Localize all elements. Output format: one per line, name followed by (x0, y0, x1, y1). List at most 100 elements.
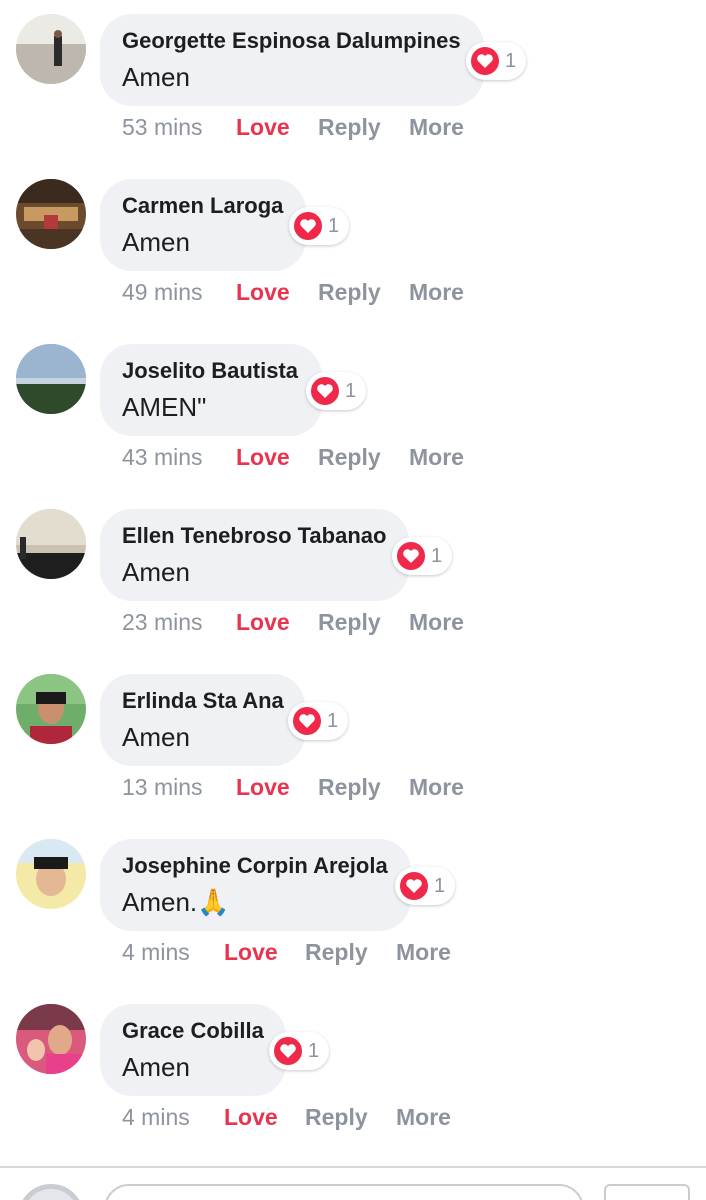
love-button[interactable]: Love (236, 444, 318, 471)
avatar[interactable] (16, 674, 86, 744)
avatar-photo (16, 1004, 86, 1074)
reply-button[interactable]: Reply (305, 939, 396, 966)
comment-item: Josephine Corpin Arejola Amen.🙏 1 4 mins… (0, 825, 706, 990)
comment-author[interactable]: Ellen Tenebroso Tabanao (122, 523, 387, 549)
comment-item: Ellen Tenebroso Tabanao Amen 1 23 mins L… (0, 495, 706, 660)
comment-timestamp: 4 mins (122, 939, 190, 965)
comment-actions: 43 mins Love Reply More (122, 444, 464, 471)
more-button[interactable]: More (409, 279, 464, 306)
reaction-summary[interactable]: 1 (289, 207, 350, 245)
more-button[interactable]: More (396, 939, 451, 966)
avatar[interactable] (16, 1004, 86, 1074)
comment-item: Georgette Espinosa Dalumpines Amen 1 53 … (0, 0, 706, 165)
comment-bubble: Ellen Tenebroso Tabanao Amen (100, 509, 409, 601)
reaction-summary[interactable]: 1 (288, 702, 349, 740)
avatar-photo (16, 179, 86, 249)
reply-button[interactable]: Reply (318, 114, 409, 141)
love-button[interactable]: Love (236, 279, 318, 306)
heart-icon (292, 210, 324, 242)
comment-text: AMEN" (122, 392, 207, 422)
comment-author[interactable]: Grace Cobilla (122, 1018, 264, 1044)
comment-timestamp: 53 mins (122, 114, 203, 140)
reaction-summary[interactable]: 1 (392, 537, 453, 575)
comment-text: Amen (122, 62, 190, 92)
avatar[interactable] (16, 344, 86, 414)
comment-input[interactable] (104, 1184, 584, 1200)
avatar[interactable] (16, 179, 86, 249)
avatar-photo (16, 674, 86, 744)
comment-item: Carmen Laroga Amen 1 49 mins Love Reply … (0, 165, 706, 330)
heart-icon (309, 375, 341, 407)
reaction-count: 1 (308, 1039, 320, 1062)
comment-text: Amen (122, 722, 190, 752)
reaction-summary[interactable]: 1 (269, 1032, 330, 1070)
avatar[interactable] (16, 839, 86, 909)
reaction-count: 1 (505, 49, 517, 72)
reply-button[interactable]: Reply (318, 444, 409, 471)
love-button[interactable]: Love (224, 939, 305, 966)
comment-bubble: Erlinda Sta Ana Amen (100, 674, 305, 766)
comment-author[interactable]: Georgette Espinosa Dalumpines (122, 28, 462, 54)
comment-bubble: Grace Cobilla Amen (100, 1004, 286, 1096)
reaction-count: 1 (345, 379, 357, 402)
reply-button[interactable]: Reply (318, 609, 409, 636)
reaction-summary[interactable]: 1 (306, 372, 367, 410)
reply-button[interactable]: Reply (305, 1104, 396, 1131)
comment-timestamp: 23 mins (122, 609, 203, 635)
comment-text: Amen.🙏 (122, 887, 230, 917)
reaction-summary[interactable]: 1 (466, 42, 527, 80)
comment-actions: 4 mins Love Reply More (122, 939, 451, 966)
comment-feed: Georgette Espinosa Dalumpines Amen 1 53 … (0, 0, 706, 1200)
more-button[interactable]: More (396, 1104, 451, 1131)
comment-timestamp: 49 mins (122, 279, 203, 305)
comment-author[interactable]: Erlinda Sta Ana (122, 688, 284, 714)
send-button[interactable] (604, 1184, 690, 1200)
comment-timestamp: 4 mins (122, 1104, 190, 1130)
avatar-photo (16, 839, 86, 909)
love-button[interactable]: Love (236, 774, 318, 801)
love-button[interactable]: Love (236, 114, 318, 141)
comment-bubble: Joselito Bautista AMEN" (100, 344, 322, 436)
comment-timestamp: 13 mins (122, 774, 203, 800)
heart-icon (398, 870, 430, 902)
comment-author[interactable]: Carmen Laroga (122, 193, 284, 219)
comment-text: Amen (122, 1052, 190, 1082)
comment-item: Grace Cobilla Amen 1 4 mins Love Reply M… (0, 990, 706, 1155)
love-button[interactable]: Love (224, 1104, 305, 1131)
comment-actions: 13 mins Love Reply More (122, 774, 464, 801)
reaction-count: 1 (431, 544, 443, 567)
comment-bubble: Carmen Laroga Amen (100, 179, 306, 271)
heart-icon (272, 1035, 304, 1067)
comment-timestamp: 43 mins (122, 444, 203, 470)
comment-actions: 4 mins Love Reply More (122, 1104, 451, 1131)
reaction-count: 1 (328, 214, 340, 237)
comment-bubble: Josephine Corpin Arejola Amen.🙏 (100, 839, 411, 931)
comment-author[interactable]: Josephine Corpin Arejola (122, 853, 389, 879)
more-button[interactable]: More (409, 114, 464, 141)
more-button[interactable]: More (409, 609, 464, 636)
reaction-count: 1 (327, 709, 339, 732)
comment-actions: 23 mins Love Reply More (122, 609, 464, 636)
heart-icon (291, 705, 323, 737)
avatar[interactable] (16, 509, 86, 579)
comment-item: Joselito Bautista AMEN" 1 43 mins Love R… (0, 330, 706, 495)
avatar[interactable] (16, 14, 86, 84)
avatar-photo (16, 14, 86, 84)
comment-text: Amen (122, 557, 190, 587)
heart-icon (395, 540, 427, 572)
avatar-photo (16, 344, 86, 414)
comment-text: Amen (122, 227, 190, 257)
avatar-photo (16, 509, 86, 579)
reply-button[interactable]: Reply (318, 279, 409, 306)
heart-icon (469, 45, 501, 77)
comment-composer (0, 1166, 706, 1200)
more-button[interactable]: More (409, 774, 464, 801)
comment-author[interactable]: Joselito Bautista (122, 358, 300, 384)
comment-actions: 49 mins Love Reply More (122, 279, 464, 306)
avatar (18, 1184, 84, 1200)
reaction-count: 1 (434, 874, 446, 897)
love-button[interactable]: Love (236, 609, 318, 636)
reply-button[interactable]: Reply (318, 774, 409, 801)
reaction-summary[interactable]: 1 (395, 867, 456, 905)
more-button[interactable]: More (409, 444, 464, 471)
